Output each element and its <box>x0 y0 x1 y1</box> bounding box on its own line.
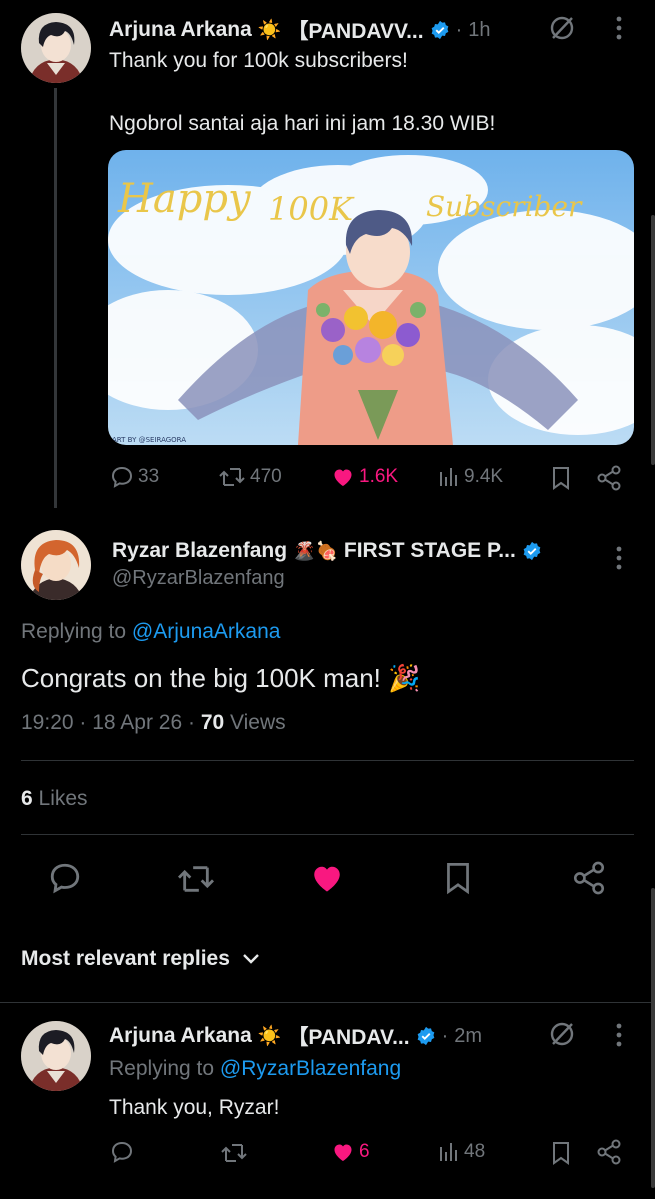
grok-icon[interactable] <box>548 1020 576 1048</box>
likes-summary[interactable]: 6 Likes <box>21 787 88 811</box>
sun-emoji: ☀️ <box>257 1026 282 1047</box>
verified-badge-icon <box>523 541 541 561</box>
tweet-time: 1h <box>468 18 491 41</box>
reply-action[interactable]: 33 <box>110 465 159 489</box>
channel-name[interactable]: 【PANDAVV... <box>287 15 423 45</box>
sun-emoji: ☀️ <box>257 20 282 41</box>
tweet-time: 19:20 <box>21 711 74 734</box>
views-count: 70 <box>200 711 225 734</box>
views-action[interactable]: 9.4K <box>438 465 503 489</box>
bookmark-icon[interactable] <box>550 1141 572 1165</box>
replying-to: Replying to @RyzarBlazenfang <box>109 1057 401 1081</box>
channel-name[interactable]: FIRST STAGE P... <box>344 539 516 563</box>
tweet-date: 18 Apr 26 <box>92 711 183 734</box>
like-count: 1.6K <box>359 466 399 487</box>
verified-badge-icon <box>431 20 448 40</box>
likes-count: 6 <box>21 787 33 810</box>
bookmark-icon[interactable] <box>550 466 572 490</box>
main-tweet-header: Ryzar Blazenfang 🌋🍖 FIRST STAGE P... <box>112 537 612 565</box>
verified-badge-icon <box>417 1026 434 1046</box>
image-text-100k: 100K <box>268 190 355 228</box>
heart-filled-icon <box>334 1144 352 1161</box>
reply-count: 33 <box>138 466 160 487</box>
views-chart-icon <box>440 1143 457 1161</box>
tweet-image[interactable]: Happy 100K Subscriber ART BY @SEIRAGORA <box>108 150 634 445</box>
tweet-time: 2m <box>454 1024 483 1047</box>
replying-label: Replying to <box>21 620 127 643</box>
replies-sort-button[interactable]: Most relevant replies <box>21 947 260 971</box>
tweet-header: Arjuna Arkana ☀️ 【PANDAVV... · 1h <box>109 16 569 44</box>
reply-text: Thank you, Ryzar! <box>109 1096 280 1119</box>
share-icon[interactable] <box>572 860 606 896</box>
bookmark-icon[interactable] <box>443 861 473 895</box>
like-count: 6 <box>359 1141 370 1162</box>
repost-action[interactable]: 470 <box>218 465 282 489</box>
chevron-down-icon <box>243 954 259 964</box>
share-icon[interactable] <box>596 1139 622 1165</box>
author-name[interactable]: Arjuna Arkana <box>109 1024 252 1048</box>
views-count: 9.4K <box>464 466 504 487</box>
image-text-subscriber: Subscriber <box>426 190 583 223</box>
views-label: Views <box>230 711 286 734</box>
tweet-meta: 19:20 · 18 Apr 26 · 70 Views <box>21 711 286 734</box>
views-count: 48 <box>464 1141 486 1162</box>
views-chart-icon <box>440 468 457 486</box>
more-icon[interactable] <box>612 14 626 42</box>
more-icon[interactable] <box>612 1021 626 1049</box>
image-credit: ART BY @SEIRAGORA <box>112 436 186 444</box>
replying-to: Replying to @ArjunaArkana <box>21 620 280 644</box>
author-name[interactable]: Ryzar Blazenfang <box>112 539 287 563</box>
tweet-text-line1: Thank you for 100k subscribers! <box>109 49 408 72</box>
reply-icon[interactable] <box>48 861 82 895</box>
likes-label: Likes <box>38 787 88 810</box>
divider <box>21 834 634 835</box>
avatar[interactable] <box>21 530 91 600</box>
repost-icon[interactable] <box>220 1141 248 1165</box>
grok-icon[interactable] <box>548 14 576 42</box>
scrollbar[interactable] <box>651 888 655 1188</box>
replying-handle-link[interactable]: @ArjunaArkana <box>132 620 281 643</box>
channel-name[interactable]: 【PANDAV... <box>287 1021 409 1051</box>
author-handle[interactable]: @RyzarBlazenfang <box>112 567 285 590</box>
like-action[interactable]: 6 <box>331 1140 370 1164</box>
heart-filled-icon <box>334 469 352 486</box>
tweet-text-line2: Ngobrol santai aja hari ini jam 18.30 WI… <box>109 112 496 135</box>
image-text-happy: Happy <box>117 176 252 222</box>
divider <box>0 1002 655 1003</box>
author-name[interactable]: Arjuna Arkana <box>109 18 252 42</box>
heart-filled-icon[interactable] <box>309 860 345 896</box>
repost-icon[interactable] <box>176 862 216 896</box>
repost-icon <box>219 468 245 486</box>
reply-header: Arjuna Arkana ☀️ 【PANDAV... · 2m <box>109 1022 549 1050</box>
share-icon[interactable] <box>596 465 622 491</box>
replying-handle-link[interactable]: @RyzarBlazenfang <box>220 1057 401 1080</box>
like-action[interactable]: 1.6K <box>331 465 398 489</box>
more-icon[interactable] <box>612 544 626 572</box>
divider <box>21 760 634 761</box>
reply-icon <box>111 466 133 488</box>
thread-line <box>54 88 57 508</box>
emoji-badges: 🌋🍖 <box>293 540 338 561</box>
scrollbar[interactable] <box>651 215 655 465</box>
reply-icon[interactable] <box>110 1140 134 1164</box>
main-tweet-text: Congrats on the big 100K man! 🎉 <box>21 663 421 693</box>
replies-sort-label: Most relevant replies <box>21 947 230 970</box>
avatar[interactable] <box>21 13 91 83</box>
avatar[interactable] <box>21 1021 91 1091</box>
views-action[interactable]: 48 <box>438 1140 485 1164</box>
replying-label: Replying to <box>109 1057 215 1080</box>
repost-count: 470 <box>250 466 282 487</box>
